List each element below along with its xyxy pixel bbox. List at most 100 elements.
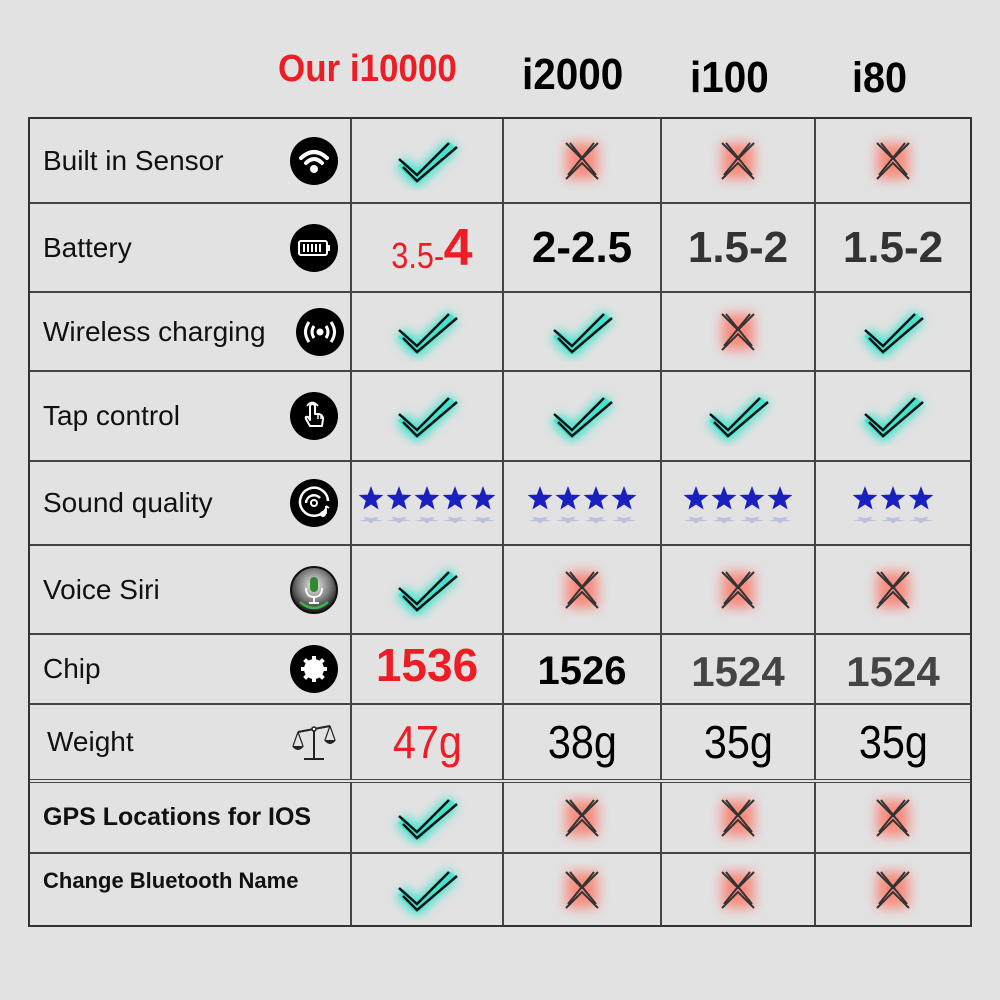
chip-value: 1526 <box>537 649 627 693</box>
table-row-chip: Chip 1536 1526 1524 1524 <box>30 635 970 705</box>
check-icon <box>396 310 458 357</box>
feature-label: Sound quality <box>43 487 213 518</box>
value-cell: 1536 <box>352 635 504 703</box>
feature-cell: Wireless charging <box>30 293 352 370</box>
table-row-tap-control: Tap control <box>30 372 970 462</box>
chip-value-ours: 1536 <box>375 639 479 691</box>
star-icon <box>414 486 440 523</box>
check-icon <box>862 394 924 441</box>
value-cell <box>504 293 662 370</box>
cross-icon <box>876 798 910 837</box>
star-icon <box>583 486 609 523</box>
table-row-gps-locations: GPS Locations for IOS <box>30 783 970 854</box>
value-cell <box>504 372 662 460</box>
chip-value: 1524 <box>846 648 940 695</box>
check-icon <box>551 310 613 357</box>
value-cell <box>352 783 504 852</box>
value-cell: 1526 <box>504 635 662 703</box>
table-row-battery: Battery 3.5- 4 2-2.5 1.5-2 1.5-2 <box>30 204 970 293</box>
feature-cell: Weight <box>30 705 352 779</box>
star-icon <box>767 486 793 523</box>
cross-icon <box>876 141 910 180</box>
weight-value-ours: 47g <box>392 716 462 768</box>
cross-icon <box>721 141 755 180</box>
battery-value: 2-2.5 <box>531 222 633 272</box>
value-cell <box>816 372 970 460</box>
feature-label: Wireless charging <box>43 315 266 347</box>
star-rating <box>682 483 794 523</box>
value-cell: 47g <box>352 705 504 779</box>
value-cell <box>352 854 504 925</box>
star-icon <box>611 486 637 523</box>
value-cell <box>662 119 816 202</box>
star-icon <box>711 486 737 523</box>
battery-value: 1.5-2 <box>687 222 789 272</box>
check-icon <box>396 394 458 441</box>
table-row-sound-quality: Sound quality <box>30 462 970 546</box>
chip-value: 1524 <box>691 648 785 695</box>
feature-label: Change Bluetooth Name <box>43 868 299 893</box>
table-row-voice-siri: Voice Siri <box>30 546 970 635</box>
table-row-change-bluetooth-name: Change Bluetooth Name <box>30 854 970 925</box>
feature-cell: Chip <box>30 635 352 703</box>
feature-cell: Built in Sensor <box>30 119 352 202</box>
value-cell <box>662 546 816 633</box>
value-cell <box>816 783 970 852</box>
check-icon <box>396 868 458 915</box>
chip-icon <box>290 645 338 693</box>
stars-cell <box>816 462 970 544</box>
star-icon <box>358 486 384 523</box>
cross-icon <box>876 570 910 609</box>
star-icon <box>386 486 412 523</box>
feature-cell: GPS Locations for IOS <box>30 783 352 852</box>
tap-hand-icon <box>290 392 338 440</box>
value-cell <box>816 854 970 925</box>
feature-cell: Change Bluetooth Name <box>30 854 352 925</box>
star-rating <box>357 483 497 523</box>
check-icon <box>707 394 769 441</box>
feature-label: GPS Locations for IOS <box>43 803 312 831</box>
star-icon <box>908 486 934 523</box>
feature-label: Battery <box>43 231 132 263</box>
value-cell: 1.5-2 <box>662 204 816 291</box>
cross-icon <box>721 798 755 837</box>
value-cell <box>662 372 816 460</box>
check-icon <box>396 796 458 843</box>
feature-cell: Tap control <box>30 372 352 460</box>
stars-cell <box>352 462 504 544</box>
value-cell: 1524 <box>816 635 970 703</box>
star-icon <box>852 486 878 523</box>
star-icon <box>555 486 581 523</box>
star-rating <box>851 483 935 523</box>
feature-label: Chip <box>43 653 101 684</box>
table-row-built-in-sensor: Built in Sensor <box>30 119 970 204</box>
value-cell <box>504 783 662 852</box>
value-cell <box>352 372 504 460</box>
cross-icon <box>565 870 599 909</box>
battery-value-part: 3.5- <box>390 234 444 276</box>
battery-icon <box>290 223 338 272</box>
cross-icon <box>721 870 755 909</box>
star-icon <box>683 486 709 523</box>
cross-icon <box>565 798 599 837</box>
feature-label: Built in Sensor <box>43 144 224 176</box>
value-cell <box>662 854 816 925</box>
value-cell: 1524 <box>662 635 816 703</box>
value-cell <box>504 119 662 202</box>
stars-cell <box>662 462 816 544</box>
star-rating <box>526 483 638 523</box>
column-header-i2000: i2000 <box>522 50 624 99</box>
feature-label: Tap control <box>43 400 180 431</box>
microphone-icon <box>290 565 338 614</box>
column-header-i100: i100 <box>690 53 769 102</box>
value-cell <box>352 293 504 370</box>
feature-cell: Voice Siri <box>30 546 352 633</box>
feature-cell: Battery <box>30 204 352 291</box>
star-icon <box>739 486 765 523</box>
value-cell <box>352 546 504 633</box>
value-cell <box>816 293 970 370</box>
wifi-icon <box>290 136 338 185</box>
star-icon <box>442 486 468 523</box>
check-icon <box>551 394 613 441</box>
value-cell: 3.5- 4 <box>352 204 504 291</box>
